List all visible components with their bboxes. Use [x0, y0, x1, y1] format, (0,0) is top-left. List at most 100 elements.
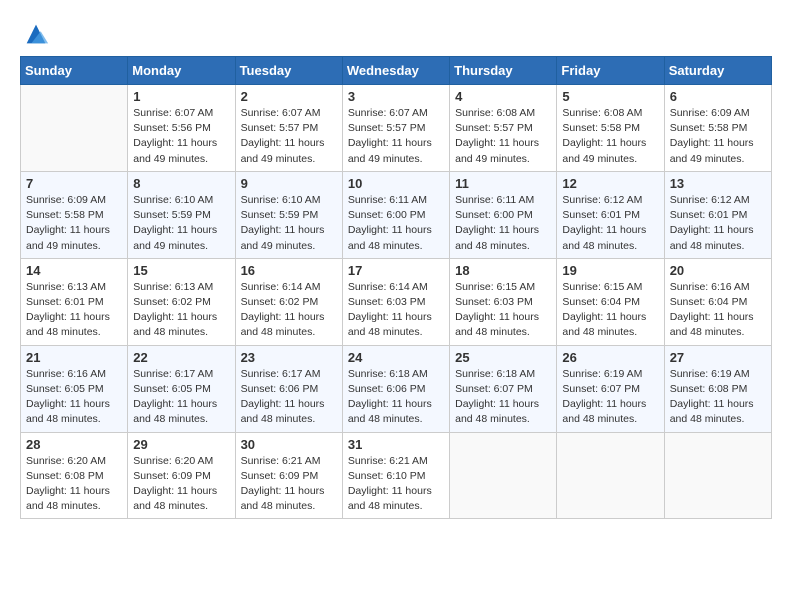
sunset-text: Sunset: 6:03 PM: [348, 296, 426, 308]
day-number: 30: [241, 437, 337, 452]
daylight-text: Daylight: 11 hours and 48 minutes.: [670, 398, 754, 425]
daylight-text: Daylight: 11 hours and 49 minutes.: [26, 224, 110, 251]
calendar-cell: 7Sunrise: 6:09 AMSunset: 5:58 PMDaylight…: [21, 171, 128, 258]
daylight-text: Daylight: 11 hours and 48 minutes.: [348, 485, 432, 512]
calendar-cell: 12Sunrise: 6:12 AMSunset: 6:01 PMDayligh…: [557, 171, 664, 258]
day-info: Sunrise: 6:16 AMSunset: 6:05 PMDaylight:…: [26, 367, 122, 428]
calendar-cell: [21, 85, 128, 172]
sunrise-text: Sunrise: 6:07 AM: [133, 107, 213, 119]
day-info: Sunrise: 6:18 AMSunset: 6:06 PMDaylight:…: [348, 367, 444, 428]
day-info: Sunrise: 6:13 AMSunset: 6:02 PMDaylight:…: [133, 280, 229, 341]
sunrise-text: Sunrise: 6:12 AM: [562, 194, 642, 206]
sunset-text: Sunset: 6:09 PM: [133, 470, 211, 482]
sunset-text: Sunset: 5:58 PM: [670, 122, 748, 134]
sunrise-text: Sunrise: 6:14 AM: [348, 281, 428, 293]
calendar-cell: 9 Sunrise: 6:10 AMSunset: 5:59 PMDaylight…: [235, 171, 342, 258]
sunrise-text: Sunrise: 6:21 AM: [241, 455, 321, 467]
calendar-cell: 3Sunrise: 6:07 AMSunset: 5:57 PMDaylight…: [342, 85, 449, 172]
sunset-text: Sunset: 6:04 PM: [562, 296, 640, 308]
weekday-header-sunday: Sunday: [21, 57, 128, 85]
day-number: 20: [670, 263, 766, 278]
sunset-text: Sunset: 5:58 PM: [26, 209, 104, 221]
sunrise-text: Sunrise: 6:15 AM: [562, 281, 642, 293]
calendar-cell: 16Sunrise: 6:14 AMSunset: 6:02 PMDayligh…: [235, 258, 342, 345]
day-number: 26: [562, 350, 658, 365]
calendar-table: SundayMondayTuesdayWednesdayThursdayFrid…: [20, 56, 772, 519]
daylight-text: Daylight: 11 hours and 48 minutes.: [26, 398, 110, 425]
day-number: 22: [133, 350, 229, 365]
sunrise-text: Sunrise: 6:18 AM: [455, 368, 535, 380]
day-info: Sunrise: 6:09 AMSunset: 5:58 PMDaylight:…: [670, 106, 766, 167]
calendar-cell: [664, 432, 771, 519]
day-number: 4: [455, 89, 551, 104]
calendar-cell: 21 Sunrise: 6:16 AMSunset: 6:05 PMDayligh…: [21, 345, 128, 432]
daylight-text: Daylight: 11 hours and 49 minutes.: [562, 137, 646, 164]
day-number: 14: [26, 263, 122, 278]
sunrise-text: Sunrise: 6:16 AM: [26, 368, 106, 380]
calendar-cell: 8Sunrise: 6:10 AMSunset: 5:59 PMDaylight…: [128, 171, 235, 258]
daylight-text: Daylight: 11 hours and 48 minutes.: [26, 485, 110, 512]
day-info: Sunrise: 6:20 AMSunset: 6:08 PMDaylight:…: [26, 454, 122, 515]
sunset-text: Sunset: 5:59 PM: [133, 209, 211, 221]
daylight-text: Daylight: 11 hours and 48 minutes.: [241, 398, 325, 425]
day-number: 29: [133, 437, 229, 452]
day-info: Sunrise: 6:20 AMSunset: 6:09 PMDaylight:…: [133, 454, 229, 515]
day-number: 25: [455, 350, 551, 365]
sunrise-text: Sunrise: 6:21 AM: [348, 455, 428, 467]
day-info: Sunrise: 6:12 AMSunset: 6:01 PMDaylight:…: [562, 193, 658, 254]
sunset-text: Sunset: 5:56 PM: [133, 122, 211, 134]
day-info: Sunrise: 6:07 AMSunset: 5:56 PMDaylight:…: [133, 106, 229, 167]
daylight-text: Daylight: 11 hours and 48 minutes.: [348, 398, 432, 425]
sunrise-text: Sunrise: 6:13 AM: [26, 281, 106, 293]
day-info: Sunrise: 6:08 AM Sunset: 5:57 PM Daylight:…: [455, 106, 551, 167]
sunrise-text: Sunrise: 6:07 AM: [348, 107, 428, 119]
sunrise-text: Sunrise: 6:11 AM: [348, 194, 427, 206]
day-info: Sunrise: 6:19 AMSunset: 6:07 PMDaylight:…: [562, 367, 658, 428]
daylight-text: Daylight: 11 hours and 48 minutes.: [133, 311, 217, 338]
sunset-text: Sunset: 5:57 PM: [455, 122, 533, 134]
sunrise-text: Sunrise: 6:15 AM: [455, 281, 535, 293]
sunset-text: Sunset: 6:08 PM: [670, 383, 748, 395]
calendar-cell: 30Sunrise: 6:21 AMSunset: 6:09 PMDayligh…: [235, 432, 342, 519]
sunrise-text: Sunrise: 6:09 AM: [26, 194, 106, 206]
day-info: Sunrise: 6:14 AM Sunset: 6:03 PM Daylight:…: [348, 280, 444, 341]
sunrise-text: Sunrise: 6:17 AM: [133, 368, 213, 380]
sunrise-text: Sunrise: 6:12 AM: [670, 194, 750, 206]
calendar-cell: [557, 432, 664, 519]
calendar-cell: 14Sunrise: 6:13 AMSunset: 6:01 PMDayligh…: [21, 258, 128, 345]
daylight-text: Daylight: 11 hours and 49 minutes.: [455, 137, 539, 164]
sunset-text: Sunset: 6:07 PM: [455, 383, 533, 395]
daylight-text: Daylight: 11 hours and 48 minutes.: [670, 311, 754, 338]
sunrise-text: Sunrise: 6:13 AM: [133, 281, 213, 293]
sunrise-text: Sunrise: 6:10 AM: [241, 194, 321, 206]
daylight-text: Daylight: 11 hours and 48 minutes.: [133, 485, 217, 512]
day-number: 24: [348, 350, 444, 365]
calendar-cell: 28Sunrise: 6:20 AMSunset: 6:08 PMDayligh…: [21, 432, 128, 519]
day-number: 13: [670, 176, 766, 191]
sunrise-text: Sunrise: 6:10 AM: [133, 194, 213, 206]
page-header: [20, 20, 772, 48]
day-info: Sunrise: 6:12 AMSunset: 6:01 PMDaylight:…: [670, 193, 766, 254]
daylight-text: Daylight: 11 hours and 48 minutes.: [241, 311, 325, 338]
day-number: 10: [348, 176, 444, 191]
calendar-cell: 17Sunrise: 6:14 AMSunset: 6:03 PMDayligh…: [342, 258, 449, 345]
day-info: Sunrise: 6:11 AMSunset: 6:00 PMDaylight:…: [455, 193, 551, 254]
sunset-text: Sunset: 6:01 PM: [562, 209, 640, 221]
daylight-text: Daylight: 11 hours and 48 minutes.: [26, 311, 110, 338]
day-info: Sunrise: 6:10 AMSunset: 5:59 PMDaylight:…: [241, 193, 337, 254]
daylight-text: Daylight: 11 hours and 48 minutes.: [348, 311, 432, 338]
day-info: Sunrise: 6:17 AMSunset: 6:06 PMDaylight:…: [241, 367, 337, 428]
sunset-text: Sunset: 6:00 PM: [348, 209, 426, 221]
sunrise-text: Sunrise: 6:08 AM: [455, 107, 535, 119]
day-number: 9: [241, 176, 337, 191]
calendar-cell: 11Sunrise: 6:11 AMSunset: 6:00 PMDayligh…: [450, 171, 557, 258]
day-info: Sunrise: 6:17 AMSunset: 6:05 PMDaylight:…: [133, 367, 229, 428]
daylight-text: Daylight: 11 hours and 49 minutes.: [348, 137, 432, 164]
day-info: Sunrise: 6:21 AMSunset: 6:10 PMDaylight:…: [348, 454, 444, 515]
weekday-header-monday: Monday: [128, 57, 235, 85]
calendar-cell: 2Sunrise: 6:07 AMSunset: 5:57 PMDaylight…: [235, 85, 342, 172]
day-number: 21: [26, 350, 122, 365]
sunrise-text: Sunrise: 6:18 AM: [348, 368, 428, 380]
calendar-cell: 27Sunrise: 6:19 AMSunset: 6:08 PMDayligh…: [664, 345, 771, 432]
daylight-text: Daylight: 11 hours and 48 minutes.: [455, 398, 539, 425]
